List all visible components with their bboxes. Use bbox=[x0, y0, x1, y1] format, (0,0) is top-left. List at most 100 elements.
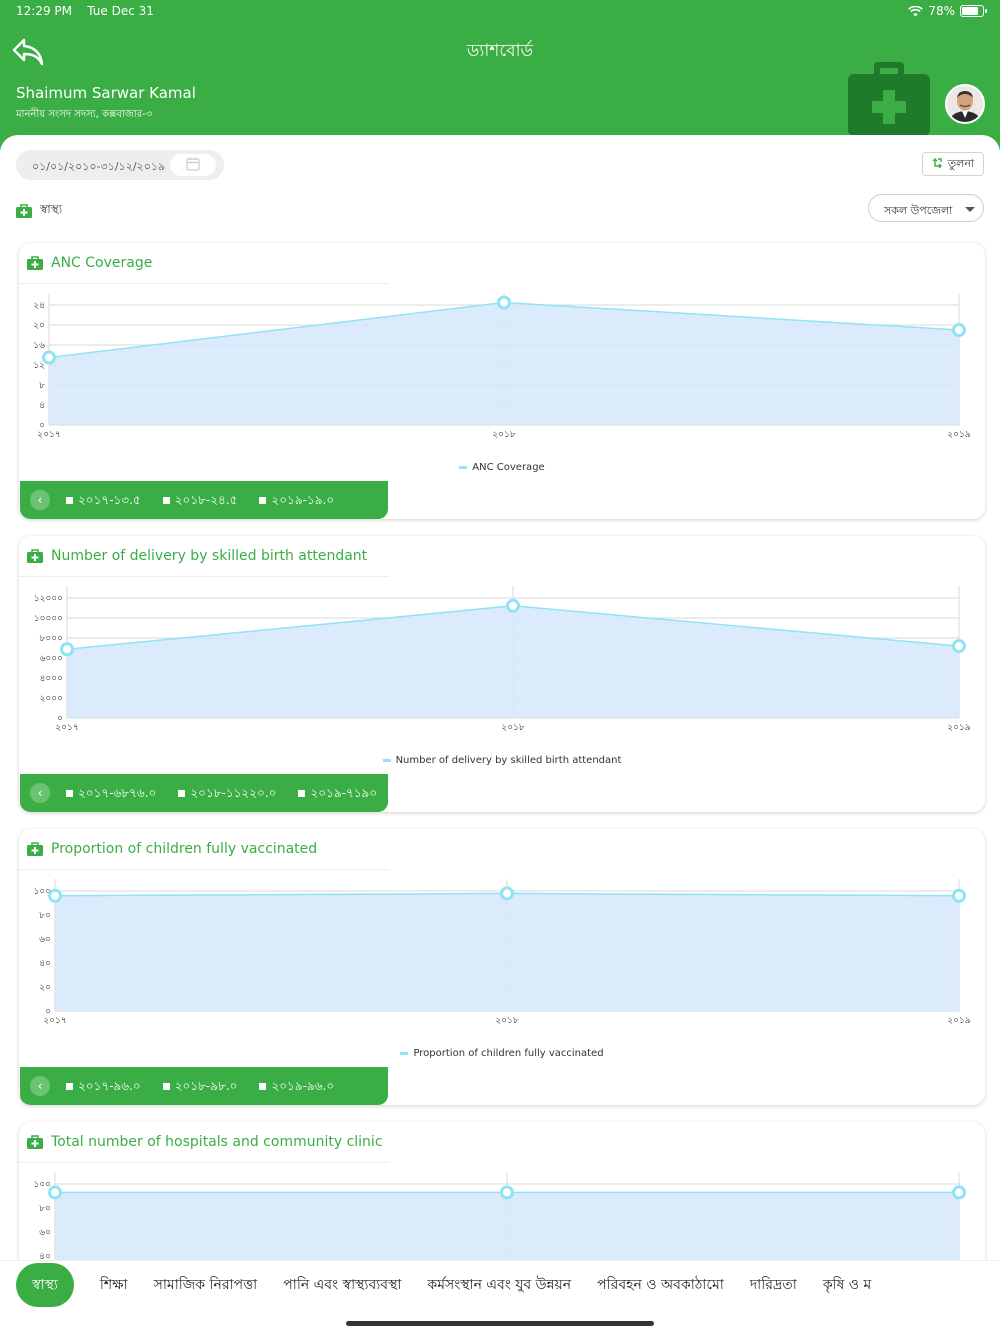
date-range-text: ০১/০১/২০১০-৩১/১২/২০১৯ bbox=[32, 160, 166, 173]
wifi-icon bbox=[908, 5, 924, 16]
summary-value: ২০১৮-১১২২০.০ bbox=[178, 785, 276, 805]
chart-plot: ০২০৪০৬০৮০১০০২০১৭২০১৮২০১৯ bbox=[33, 879, 971, 1026]
summary-values: ২০১৭-৯৬.০ ২০১৮-৯৮.০ ২০১৯-৯৬.০ bbox=[66, 1078, 356, 1098]
chart-title-text: Total number of hospitals and community … bbox=[51, 1134, 383, 1150]
y-tick-label: ২০ bbox=[39, 983, 51, 993]
y-tick-label: ২০ bbox=[33, 321, 45, 331]
chart-legend: Proportion of children fully vaccinated bbox=[19, 1048, 985, 1059]
data-point[interactable] bbox=[497, 295, 511, 310]
tab-item[interactable]: স্বাস্থ্য bbox=[16, 1263, 74, 1307]
status-indicators: 78% bbox=[908, 4, 987, 18]
chart-card: Proportion of children fully vaccinated ০… bbox=[19, 829, 985, 1105]
summary-value: ২০১৮-২৪.৫ bbox=[163, 492, 238, 512]
x-tick-label: ২০১৮ bbox=[501, 723, 525, 733]
chart-legend: ANC Coverage bbox=[19, 462, 985, 473]
summary-values: ২০১৭-৬৮৭৬.০ ২০১৮-১১২২০.০ ২০১৯-৭১৯০ bbox=[66, 785, 388, 805]
tab-item[interactable]: পানি এবং স্বাস্থ্যব্যবস্থা bbox=[283, 1263, 401, 1307]
compare-button[interactable]: তুলনা bbox=[922, 152, 984, 176]
user-name: Shaimum Sarwar Kamal bbox=[16, 84, 196, 102]
bottom-tab-bar: স্বাস্থ্য শিক্ষা সামাজিক নিরাপত্তা পানি এবং… bbox=[0, 1260, 1000, 1334]
y-tick-label: ৮০ bbox=[39, 911, 51, 921]
x-tick-label: ২০১৭ bbox=[37, 430, 60, 440]
section-health: স্বাস্থ্য bbox=[16, 201, 62, 221]
caret-down-icon bbox=[965, 207, 975, 212]
chart-plot: ০২০৪০৬০৮০১০০২০১৭২০১৮২০১৯ bbox=[33, 1172, 966, 1260]
chart-plot: ০৪৮১২১৬২০২৪২০১৭ ২০১৮ ২০১৯ bbox=[33, 293, 971, 440]
avatar[interactable] bbox=[945, 84, 985, 124]
chart-title-text: ANC Coverage bbox=[51, 255, 153, 271]
y-tick-label: ২৪ bbox=[33, 301, 45, 311]
first-aid-kit-icon bbox=[27, 1135, 43, 1149]
chart-title: ANC Coverage bbox=[27, 255, 152, 271]
summary-bar: ‹ ২০১৭-১৩.৫ ২০১৮-২৪.৫ ২০১৯-১৯.০ bbox=[20, 481, 388, 519]
series-area bbox=[55, 893, 959, 1011]
summary-bar: ‹ ২০১৭-৬৮৭৬.০ ২০১৮-১১২২০.০ ২০১৯-৭১৯০ bbox=[20, 774, 388, 812]
summary-values: ২০১৭-১৩.৫ ২০১৮-২৪.৫ ২০১৯-১৯.০ bbox=[66, 492, 356, 512]
legend-swatch bbox=[400, 1051, 409, 1055]
first-aid-kit-icon bbox=[27, 842, 43, 856]
data-point[interactable] bbox=[48, 888, 62, 903]
tab-item[interactable]: কর্মসংস্থান এবং যুব উন্নয়ন bbox=[427, 1263, 571, 1307]
chart-title: Number of delivery by skilled birth atte… bbox=[27, 548, 367, 564]
calendar-icon bbox=[186, 157, 200, 171]
data-point[interactable] bbox=[506, 598, 520, 613]
upazila-selected: সকল উপজেলা bbox=[884, 204, 953, 217]
y-tick-label: ৮ bbox=[39, 381, 45, 391]
y-tick-label: ১৬ bbox=[33, 341, 45, 351]
data-point[interactable] bbox=[500, 1185, 514, 1200]
first-aid-kit-icon bbox=[27, 549, 43, 563]
data-point[interactable] bbox=[952, 639, 966, 654]
legend-label: Number of delivery by skilled birth atte… bbox=[395, 755, 622, 766]
date-picker-button[interactable] bbox=[170, 154, 216, 176]
compare-arrows-icon bbox=[932, 158, 942, 169]
tab-item[interactable]: পরিবহন ও অবকাঠামো bbox=[597, 1263, 724, 1307]
tab-item[interactable]: শিক্ষা bbox=[100, 1263, 128, 1307]
data-point[interactable] bbox=[952, 1185, 966, 1200]
status-bar: 12:29 PM Tue Dec 31 78% bbox=[16, 4, 987, 22]
chart-title: Proportion of children fully vaccinated bbox=[27, 841, 317, 857]
chart-card: ANC Coverage ০ ৪ ৮ ১২ ১৬ ২০ ২৪ ২০১৭ ২০১৮ ২০১৯ ANC C… bbox=[19, 243, 985, 519]
home-indicator bbox=[346, 1321, 654, 1326]
y-tick-label: ৬০ bbox=[39, 1228, 51, 1238]
summary-value: ২০১৮-৯৮.০ bbox=[163, 1078, 238, 1098]
y-tick-label: ১২ bbox=[33, 361, 45, 371]
user-designation: মাননীয় সংসদ সদস্য, কক্সবাজার-৩ bbox=[16, 109, 153, 120]
chart-card: Total number of hospitals and community … bbox=[19, 1122, 985, 1260]
legend-label: ANC Coverage bbox=[472, 462, 545, 473]
status-date: Tue Dec 31 bbox=[87, 4, 154, 18]
series-area bbox=[49, 302, 959, 425]
chevron-left-icon[interactable]: ‹ bbox=[30, 1076, 50, 1096]
y-tick-label: ১২০০০ bbox=[34, 594, 63, 604]
chart-title-text: Number of delivery by skilled birth atte… bbox=[51, 548, 368, 564]
summary-value: ২০১৭-১৩.৫ bbox=[66, 492, 141, 512]
chevron-left-icon[interactable]: ‹ bbox=[30, 490, 50, 510]
y-tick-label: ৬০০০ bbox=[40, 654, 63, 664]
x-tick-label: ২০১৮ bbox=[495, 1016, 519, 1026]
data-point[interactable] bbox=[60, 642, 74, 657]
first-aid-kit-icon bbox=[848, 62, 930, 136]
x-tick-label: ২০১৭ bbox=[55, 723, 78, 733]
upazila-dropdown[interactable]: সকল উপজেলা bbox=[868, 194, 984, 222]
chevron-left-icon[interactable]: ‹ bbox=[30, 783, 50, 803]
summary-bar: ‹ ২০১৭-৯৬.০ ২০১৮-৯৮.০ ২০১৯-৯৬.০ bbox=[20, 1067, 388, 1105]
x-tick-label: ২০১৯ bbox=[947, 430, 971, 440]
data-point[interactable] bbox=[48, 1185, 62, 1200]
summary-value: ২০১৭-৬৮৭৬.০ bbox=[66, 785, 156, 805]
x-tick-label: ২০১৯ bbox=[947, 723, 971, 733]
tab-item[interactable]: দারিদ্রতা bbox=[750, 1263, 797, 1307]
compare-label: তুলনা bbox=[947, 156, 975, 170]
y-tick-label: ১০০ bbox=[33, 1180, 51, 1190]
y-tick-label: ৪ bbox=[39, 401, 45, 411]
first-aid-kit-icon bbox=[16, 204, 32, 218]
y-tick-label: ২০০০ bbox=[40, 694, 63, 704]
date-range-field[interactable]: ০১/০১/২০১০-৩১/১২/২০১৯ bbox=[16, 150, 224, 180]
data-point[interactable] bbox=[42, 350, 56, 365]
y-tick-label: ৮০০০ bbox=[40, 634, 63, 644]
data-point[interactable] bbox=[952, 323, 966, 337]
category-tabs: স্বাস্থ্য শিক্ষা সামাজিক নিরাপত্তা পানি এবং… bbox=[16, 1263, 871, 1307]
tab-item[interactable]: কৃষি ও ম bbox=[823, 1263, 872, 1307]
data-point[interactable] bbox=[500, 886, 514, 901]
legend-swatch bbox=[459, 465, 468, 469]
data-point[interactable] bbox=[952, 888, 966, 903]
tab-item[interactable]: সামাজিক নিরাপত্তা bbox=[154, 1263, 258, 1307]
